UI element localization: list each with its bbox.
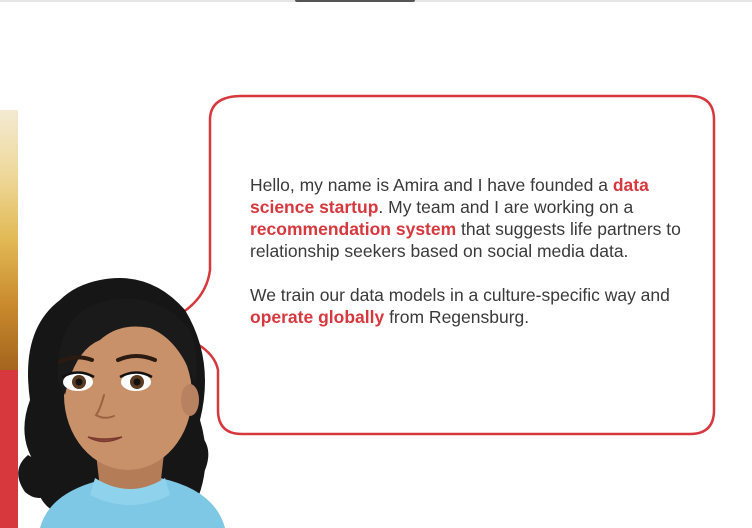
text-segment: We train our data models in a culture-sp… <box>250 285 670 305</box>
slide: Hello, my name is Amira and I have found… <box>0 0 752 528</box>
speech-bubble-text: Hello, my name is Amira and I have found… <box>250 174 690 350</box>
text-segment: from Regensburg. <box>384 307 530 327</box>
woman-avatar-icon <box>18 278 225 528</box>
text-segment: . My team and I are working on a <box>378 197 634 217</box>
text-segment: Hello, my name is Amira and I have found… <box>250 175 613 195</box>
highlight-operate-globally: operate globally <box>250 307 385 327</box>
highlight-recommendation-system: recommendation system <box>250 219 457 239</box>
intro-paragraph: Hello, my name is Amira and I have found… <box>250 174 690 262</box>
second-paragraph: We train our data models in a culture-sp… <box>250 284 690 328</box>
